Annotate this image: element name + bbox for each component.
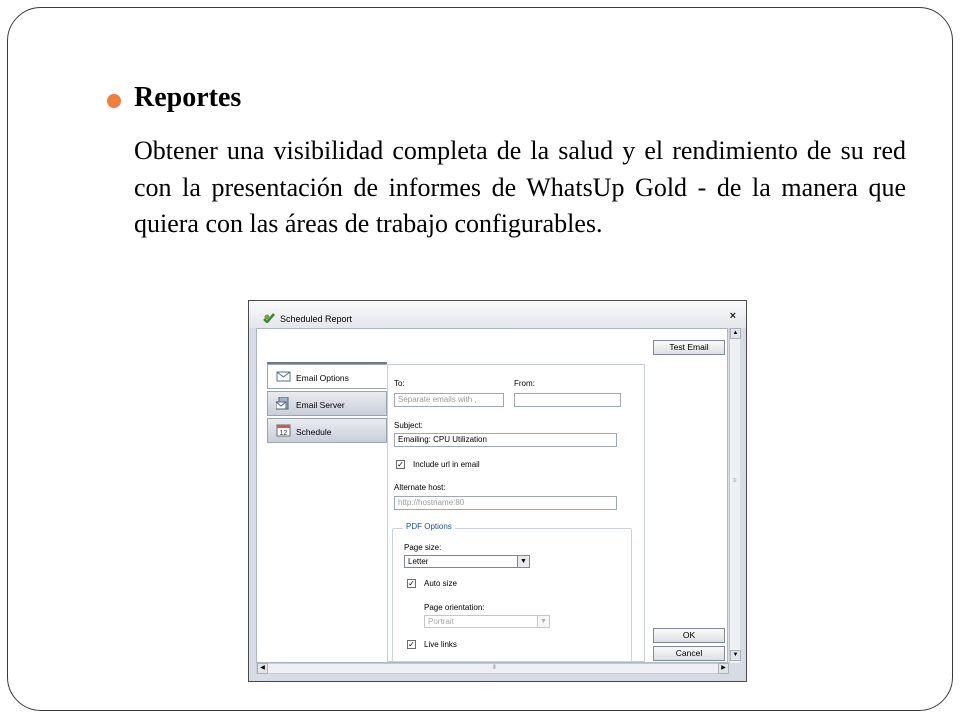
- email-options-form: To: Separate emails with , From: Subject…: [387, 364, 645, 662]
- scroll-down-icon[interactable]: ▼: [730, 650, 741, 661]
- horizontal-scrollbar[interactable]: ◀ ⦀ ▶: [256, 663, 729, 674]
- subject-field[interactable]: Emailing: CPU Utilization: [394, 433, 617, 447]
- alternate-host-field[interactable]: http://hostname:80: [394, 496, 617, 510]
- pdf-options-legend: PDF Options: [403, 522, 455, 531]
- calendar-icon: 12: [276, 424, 291, 437]
- page-size-select[interactable]: Letter ▼: [404, 555, 530, 568]
- scroll-grip-icon: ≡: [733, 478, 737, 484]
- dialog-titlebar: Scheduled Report ×: [249, 301, 746, 328]
- scroll-left-icon[interactable]: ◀: [257, 663, 268, 674]
- page-orientation-value: Portrait: [428, 617, 454, 626]
- subject-label: Subject:: [394, 421, 423, 430]
- report-icon: [263, 313, 275, 323]
- ok-button[interactable]: OK: [653, 628, 725, 643]
- envelope-icon: [276, 371, 291, 382]
- page-size-value: Letter: [408, 557, 429, 566]
- tabs-panel: Email Options Email Server 12 Schedule: [267, 364, 387, 444]
- tab-email-server[interactable]: Email Server: [267, 391, 387, 416]
- live-links-label: Live links: [424, 640, 457, 649]
- calendar-day: 12: [280, 430, 288, 437]
- alternate-host-label: Alternate host:: [394, 483, 446, 492]
- scroll-right-icon[interactable]: ▶: [718, 663, 729, 674]
- close-icon[interactable]: ×: [730, 310, 736, 322]
- tab-label: Email Server: [296, 400, 345, 410]
- bullet-dot: [107, 94, 121, 108]
- vertical-scrollbar[interactable]: ▲ ≡ ▼: [729, 328, 741, 663]
- chevron-down-icon: ▼: [517, 556, 529, 567]
- scroll-grip-icon: ⦀: [493, 665, 496, 671]
- bullet-body: Obtener una visibilidad completa de la s…: [134, 136, 906, 238]
- tab-label: Email Options: [296, 373, 349, 383]
- email-server-icon: [276, 397, 289, 410]
- tab-label: Schedule: [296, 427, 332, 437]
- include-url-checkbox[interactable]: ✓: [396, 460, 405, 469]
- scheduled-report-dialog: Scheduled Report × Email Options Email S…: [248, 300, 747, 682]
- chevron-down-icon: ▼: [537, 616, 549, 627]
- live-links-checkbox[interactable]: ✓: [407, 640, 416, 649]
- dialog-content: Email Options Email Server 12 Schedule T…: [256, 328, 728, 663]
- dialog-title: Scheduled Report: [280, 314, 353, 324]
- tab-schedule[interactable]: 12 Schedule: [267, 418, 387, 443]
- tab-email-options[interactable]: Email Options: [267, 364, 387, 389]
- scroll-up-icon[interactable]: ▲: [730, 328, 741, 339]
- test-email-button[interactable]: Test Email: [653, 340, 725, 355]
- page-orientation-select[interactable]: Portrait ▼: [424, 615, 550, 628]
- auto-size-label: Auto size: [424, 579, 457, 588]
- from-label: From:: [514, 379, 535, 388]
- to-field[interactable]: Separate emails with ,: [394, 393, 504, 407]
- cancel-button[interactable]: Cancel: [653, 646, 725, 661]
- to-label: To:: [394, 379, 405, 388]
- include-url-label: Include url in email: [413, 460, 480, 469]
- bullet-heading: Reportes: [134, 82, 242, 113]
- pdf-options-group: PDF Options Page size: Letter ▼ ✓ Auto s…: [392, 522, 632, 662]
- from-field[interactable]: [514, 393, 621, 407]
- page-orientation-label: Page orientation:: [424, 603, 485, 612]
- auto-size-checkbox[interactable]: ✓: [407, 579, 416, 588]
- page-size-label: Page size:: [404, 543, 442, 552]
